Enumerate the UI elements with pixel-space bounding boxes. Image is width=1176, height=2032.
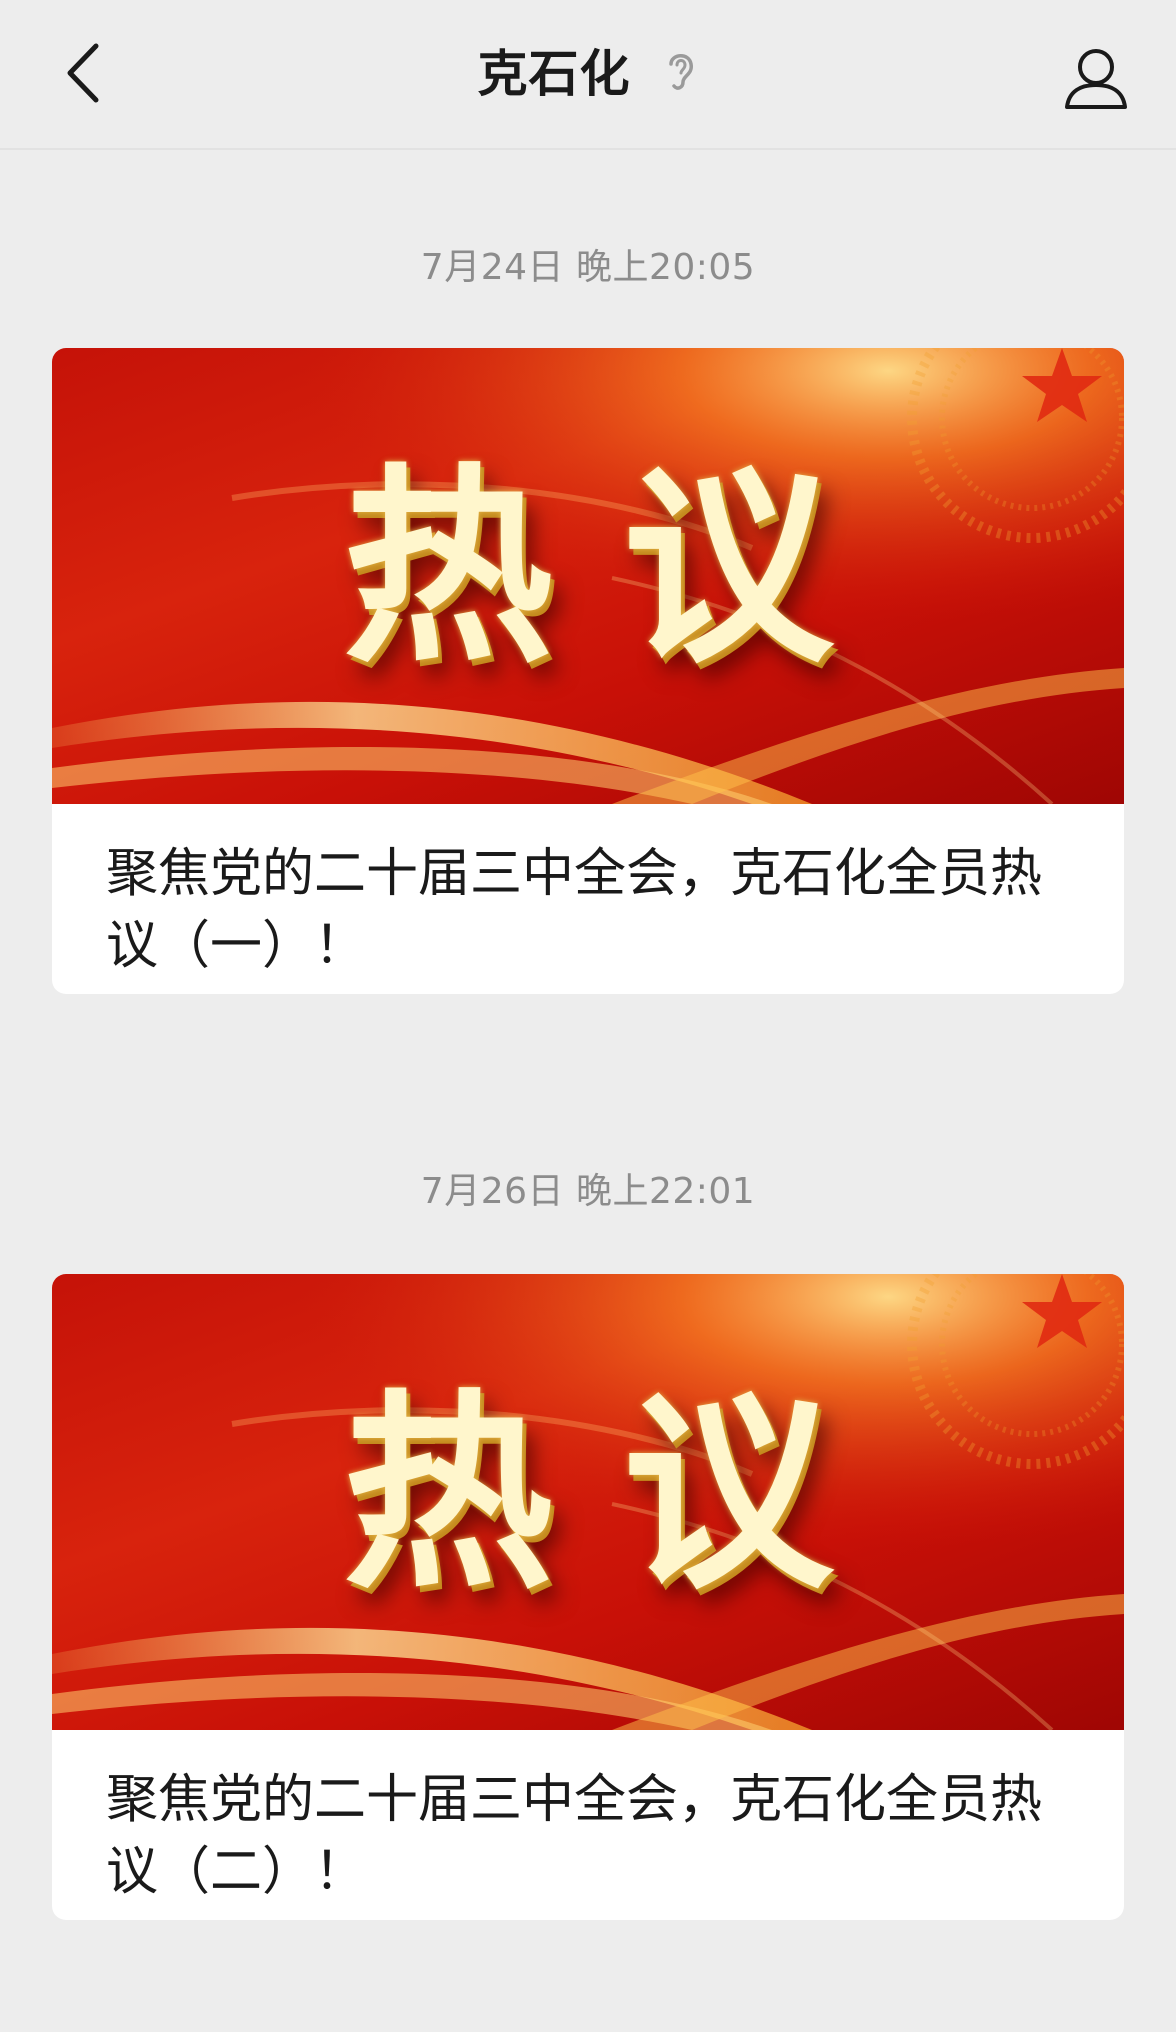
title-group: 克石化 bbox=[0, 30, 1176, 110]
message-timestamp: 7月24日 晚上20:05 bbox=[420, 247, 756, 288]
banner-char: 议 bbox=[623, 1370, 834, 1617]
article-cover-image: 热 议 bbox=[52, 348, 1124, 804]
article-title: 聚焦党的二十届三中全会，克石化全员热议（二）！ bbox=[106, 1770, 1043, 1902]
top-nav-bar: 克石化 bbox=[0, 0, 1176, 150]
banner-char: 议 bbox=[623, 444, 834, 691]
user-icon bbox=[1065, 49, 1127, 109]
article-title: 聚焦党的二十届三中全会，克石化全员热议（一）！ bbox=[106, 844, 1043, 976]
ear-icon[interactable] bbox=[661, 44, 699, 96]
article-card[interactable]: 热 议 聚焦党的二十届三中全会，克石化全员热议（二）！ bbox=[52, 1274, 1124, 1920]
profile-button[interactable] bbox=[1046, 28, 1146, 128]
page-title: 克石化 bbox=[477, 45, 631, 103]
article-card[interactable]: 热 议 聚焦党的二十届三中全会，克石化全员热议（一）！ bbox=[52, 348, 1124, 994]
banner-char: 热 bbox=[342, 1370, 553, 1617]
banner-char: 热 bbox=[342, 444, 553, 691]
banner-headline: 热 议 bbox=[52, 1369, 1124, 1619]
banner-headline: 热 议 bbox=[52, 443, 1124, 693]
message-timestamp: 7月26日 晚上22:01 bbox=[420, 1171, 756, 1212]
article-cover-image: 热 议 bbox=[52, 1274, 1124, 1730]
